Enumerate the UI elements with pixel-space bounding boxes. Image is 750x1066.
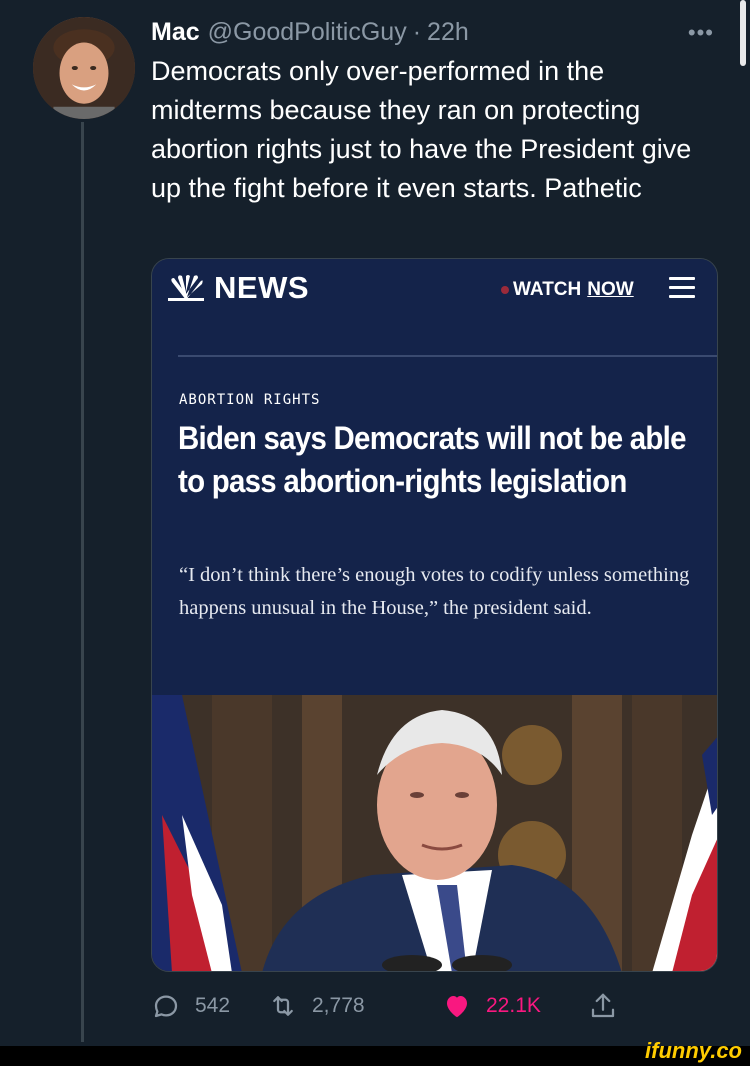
tweet-text: Democrats only over-performed in the mid… (151, 56, 692, 203)
like-count: 22.1K (486, 994, 541, 1017)
peacock-icon (168, 275, 204, 301)
like-button[interactable]: 22.1K (442, 991, 541, 1021)
tweet-header: Mac @GoodPoliticGuy · 22h (151, 18, 710, 50)
header-divider (178, 355, 717, 357)
article-category: ABORTION RIGHTS (179, 392, 321, 408)
retweet-icon (273, 996, 293, 1016)
bottom-bar (0, 1046, 750, 1066)
article-quote: “I don’t think there’s enough votes to c… (179, 564, 690, 619)
article-preview: NEWS WATCH NOW ABORTION RIGHTS Biden say… (152, 259, 717, 695)
reply-button[interactable]: 542 (151, 991, 230, 1021)
share-icon (591, 993, 615, 1018)
avatar[interactable] (33, 17, 135, 119)
watch-now-link[interactable]: WATCH NOW (501, 279, 634, 301)
now-label: NOW (587, 279, 634, 300)
author-name[interactable]: Mac (151, 18, 200, 47)
retweet-button[interactable]: 2,778 (268, 991, 365, 1021)
nbc-news-logo: NEWS (166, 270, 309, 305)
article-photo (152, 695, 717, 971)
author-handle[interactable]: @GoodPoliticGuy (208, 18, 407, 47)
thread-line (81, 122, 84, 1042)
retweet-count: 2,778 (312, 994, 365, 1017)
separator: · (412, 18, 422, 46)
reply-icon (154, 995, 178, 1018)
tweet-actions: 542 2,778 22.1K (151, 986, 631, 1026)
heart-icon (447, 996, 467, 1018)
president-photo (152, 695, 717, 971)
watermark: ifunny.co (645, 1038, 742, 1063)
more-options-icon[interactable]: ••• (688, 20, 714, 46)
watch-label: WATCH (513, 279, 582, 300)
scrollbar[interactable] (740, 0, 746, 66)
hamburger-menu-icon[interactable] (669, 277, 695, 299)
share-button[interactable] (588, 991, 632, 1021)
reply-count: 542 (195, 994, 231, 1017)
brand-name: NEWS (214, 270, 309, 305)
live-dot-icon (501, 286, 509, 294)
article-headline: Biden says Democrats will not be able to… (178, 420, 687, 499)
timestamp[interactable]: 22h (427, 18, 469, 47)
avatar-photo (33, 17, 135, 119)
link-card[interactable]: NEWS WATCH NOW ABORTION RIGHTS Biden say… (151, 258, 718, 972)
